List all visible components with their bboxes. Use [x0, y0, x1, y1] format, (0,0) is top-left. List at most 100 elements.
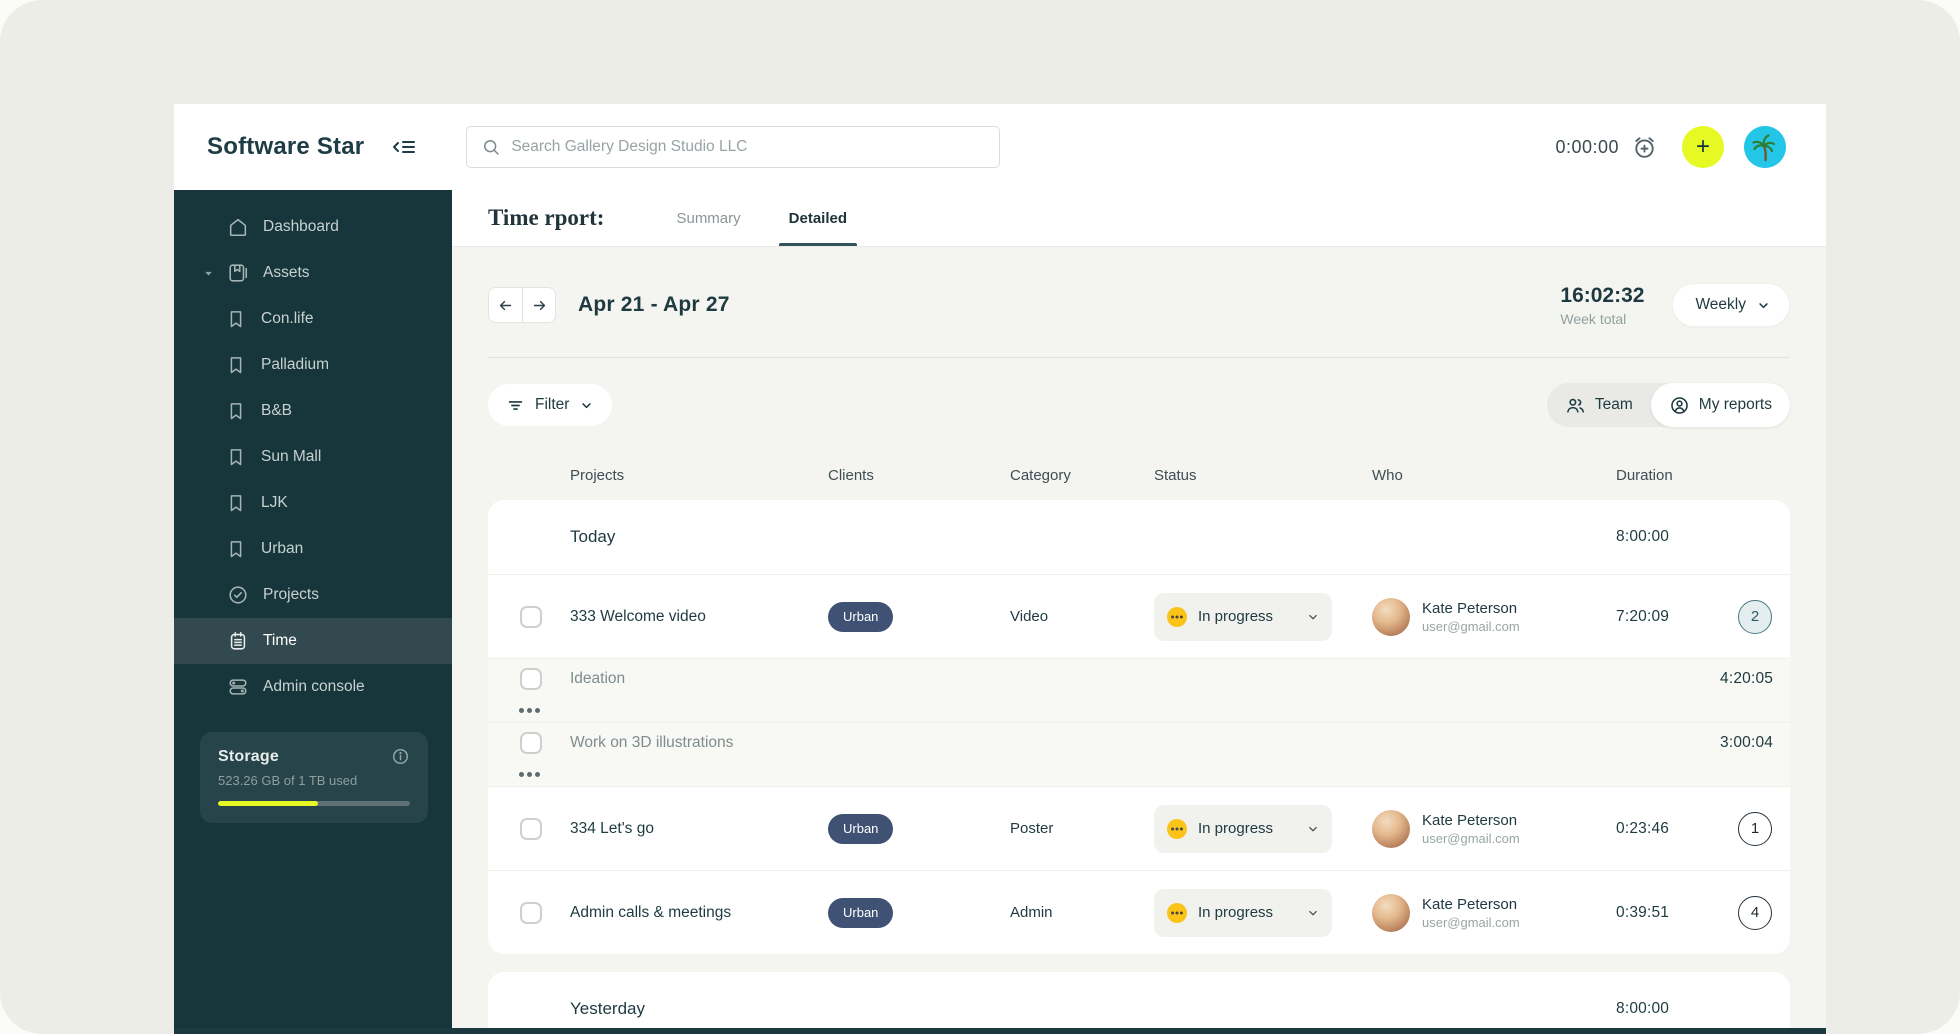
person-circle-icon [1669, 395, 1690, 416]
row-menu-icon[interactable] [518, 708, 540, 713]
bottom-edge [174, 1028, 1826, 1034]
sidebar-item-dashboard[interactable]: Dashboard [174, 204, 452, 250]
time-entry-row: Admin calls & meetings Urban Admin In progr… [488, 870, 1790, 954]
sidebar-item-label: Dashboard [263, 218, 339, 235]
sidebar-item-label: Time [263, 632, 297, 649]
storage-progress-bar [218, 801, 410, 806]
sidebar-item-con-life[interactable]: Con.life [174, 296, 452, 342]
timer-add-icon[interactable] [1631, 134, 1658, 161]
client-badge: Urban [828, 813, 894, 844]
entry-count-badge[interactable]: 1 [1738, 811, 1772, 846]
storage-progress-fill [218, 801, 318, 806]
sidebar-item-sun-mall[interactable]: Sun Mall [174, 434, 452, 480]
filter-button[interactable]: Filter [488, 384, 613, 426]
row-checkbox[interactable] [520, 668, 542, 690]
sidebar-item-admin-console[interactable]: Admin console [174, 664, 452, 710]
sidebar-item-label: Sun Mall [261, 448, 322, 465]
user-avatar[interactable] [1744, 126, 1786, 168]
group-header-row: Yesterday 8:00:00 [488, 972, 1790, 1034]
row-checkbox[interactable] [520, 605, 542, 628]
row-checkbox[interactable] [520, 732, 542, 754]
chevron-down-icon [1306, 610, 1320, 624]
status-label: In progress [1198, 608, 1274, 625]
week-total: 16:02:32 Week total [1560, 284, 1644, 327]
storage-usage-text: 523.26 GB of 1 TB used [218, 773, 358, 788]
bookmark-icon [224, 447, 248, 467]
group-total-duration: 8:00:00 [1616, 1000, 1670, 1017]
assets-icon [226, 262, 250, 284]
row-checkbox[interactable] [520, 817, 542, 840]
sidebar-item-label: Palladium [261, 356, 330, 373]
column-header-who: Who [1372, 467, 1403, 484]
sidebar-item-label: Projects [263, 586, 319, 603]
caret-down-icon[interactable] [202, 267, 226, 280]
date-nav [488, 287, 556, 323]
sidebar-item-palladium[interactable]: Palladium [174, 342, 452, 388]
prev-week-button[interactable] [489, 288, 522, 322]
row-menu-icon[interactable] [518, 772, 540, 777]
time-entry-groups: Today 8:00:00 333 Welcome video Urban Video I… [488, 500, 1790, 1034]
sidebar-item-label: Con.life [261, 310, 314, 327]
status-dropdown[interactable]: In progress [1154, 888, 1332, 937]
tab-summary[interactable]: Summary [666, 190, 750, 246]
column-header-projects: Projects [570, 467, 625, 484]
project-name: 333 Welcome video [570, 607, 706, 625]
chevron-down-icon [1306, 906, 1320, 920]
table-header-row: Projects Clients Category Status Who Duration [488, 465, 1790, 486]
sidebar: Dashboard Assets Con.life Palladium B&B Sun M… [174, 190, 452, 1034]
status-dropdown[interactable]: In progress [1154, 592, 1332, 641]
row-checkbox[interactable] [520, 901, 542, 924]
column-header-duration: Duration [1616, 467, 1673, 484]
duration-value: 3:00:04 [1720, 734, 1774, 751]
info-icon[interactable] [391, 747, 410, 766]
status-dropdown[interactable]: In progress [1154, 804, 1332, 853]
date-range: Apr 21 - Apr 27 [578, 293, 730, 316]
bookmark-icon [224, 309, 248, 329]
time-icon [226, 630, 250, 652]
sidebar-item-urban[interactable]: Urban [174, 526, 452, 572]
status-in-progress-icon [1166, 818, 1188, 840]
home-icon [226, 216, 250, 238]
entry-count-badge[interactable]: 4 [1738, 895, 1772, 930]
column-header-clients: Clients [828, 467, 874, 484]
view-toggle-my-reports[interactable]: My reports [1650, 383, 1790, 427]
status-label: In progress [1198, 904, 1274, 921]
group-label: Yesterday [570, 999, 645, 1018]
timer-value: 0:00:00 [1555, 136, 1619, 157]
category-value: Admin [1010, 904, 1053, 921]
add-entry-button[interactable]: + [1682, 126, 1724, 168]
sidebar-item-label: B&B [261, 402, 293, 419]
sidebar-item-projects[interactable]: Projects [174, 572, 452, 618]
category-value: Poster [1010, 820, 1054, 837]
app-window: Software Star 0:00:00 [174, 104, 1826, 1034]
view-toggle-label: My reports [1698, 396, 1772, 413]
view-toggle-team[interactable]: Team [1547, 383, 1651, 427]
sidebar-item-b-b[interactable]: B&B [174, 388, 452, 434]
filter-label: Filter [535, 396, 570, 413]
sidebar-item-ljk[interactable]: LJK [174, 480, 452, 526]
view-toggle: Team My reports [1546, 383, 1790, 427]
storage-title: Storage [218, 747, 279, 765]
page-title: Time rport: [488, 205, 605, 230]
bookmark-icon [224, 493, 248, 513]
period-selector[interactable]: Weekly [1672, 283, 1790, 327]
sidebar-item-label: LJK [261, 494, 288, 511]
search-input[interactable] [511, 138, 986, 156]
time-entry-row: 334 Let's go Urban Poster In progress Kate P… [488, 786, 1790, 870]
sidebar-item-time[interactable]: Time [174, 618, 452, 664]
date-row: Apr 21 - Apr 27 16:02:32 Week total Week… [488, 283, 1790, 327]
sidebar-item-assets[interactable]: Assets [174, 250, 452, 296]
project-name: Ideation [570, 670, 626, 687]
category-value: Video [1010, 608, 1049, 625]
next-week-button[interactable] [522, 288, 555, 322]
entry-count-badge[interactable]: 2 [1738, 599, 1772, 634]
report-title-bar: Time rport: Summary Detailed [452, 190, 1826, 247]
sidebar-collapse-icon[interactable] [392, 135, 418, 159]
tab-detailed[interactable]: Detailed [778, 190, 858, 246]
assignee-name: Kate Peterson [1422, 599, 1518, 617]
section-divider [488, 357, 1790, 358]
assignee-email: user@gmail.com [1422, 830, 1520, 846]
duration-value: 0:23:46 [1616, 819, 1670, 837]
group-total-duration: 8:00:00 [1616, 528, 1670, 545]
time-entry-row: 333 Welcome video Urban Video In progress Ka… [488, 574, 1790, 658]
